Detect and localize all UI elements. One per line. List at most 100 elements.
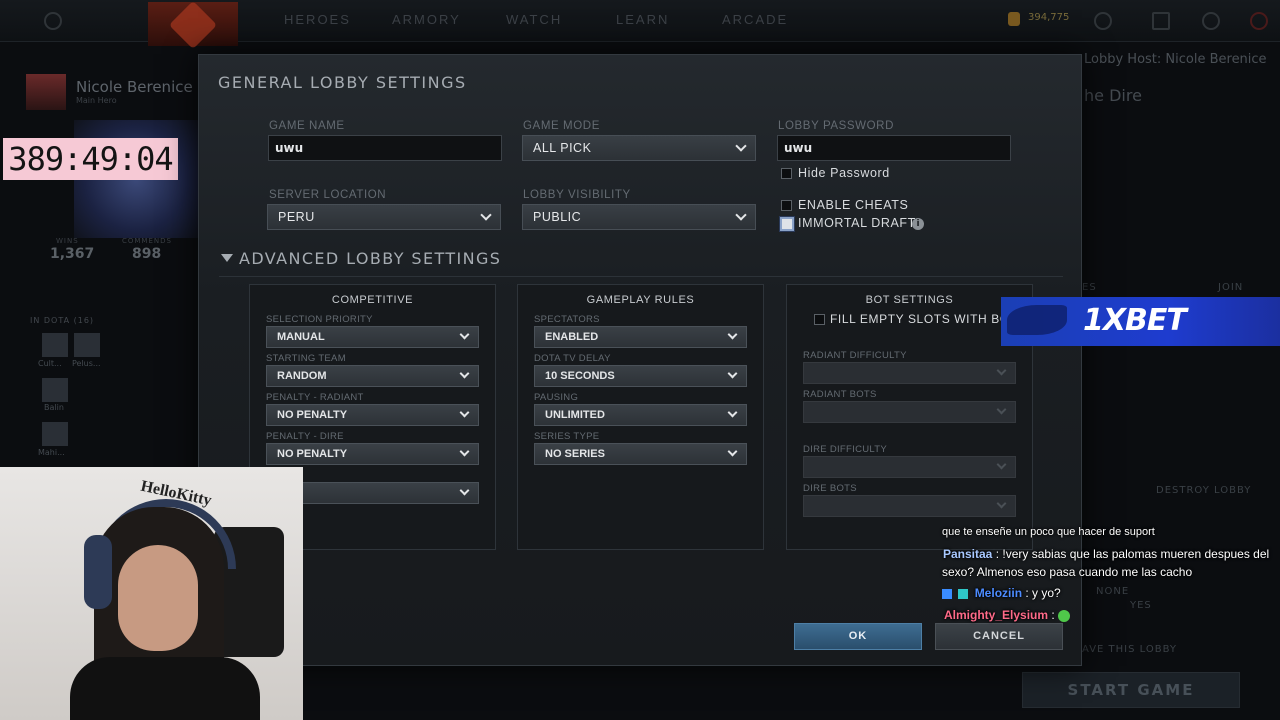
dota-logo[interactable]: [148, 0, 238, 50]
option-none[interactable]: NONE: [1096, 586, 1129, 597]
nav-arcade[interactable]: ARCADE: [722, 12, 788, 27]
badge-icon: [958, 588, 969, 599]
dota-tv-delay-label: DOTA TV DELAY: [534, 353, 611, 364]
penalty-dire-label: PENALTY - DIRE: [266, 431, 344, 442]
enable-cheats-checkbox[interactable]: [781, 200, 792, 211]
penalty-dire-dropdown[interactable]: NO PENALTY: [266, 443, 479, 465]
penalty-radiant-label: PENALTY - RADIANT: [266, 392, 364, 403]
friend-avatar[interactable]: [42, 422, 68, 446]
dropdown-value: RANDOM: [277, 370, 327, 382]
advanced-settings-title[interactable]: ADVANCED LOBBY SETTINGS: [239, 249, 501, 268]
destroy-lobby-button[interactable]: DESTROY LOBBY: [1156, 485, 1251, 496]
profile-subtitle: Main Hero: [76, 96, 117, 105]
add-friend-icon[interactable]: [1094, 12, 1112, 30]
dota-tv-delay-dropdown[interactable]: 10 SECONDS: [534, 365, 747, 387]
lobby-visibility-value: PUBLIC: [533, 210, 582, 224]
dropdown-value: MANUAL: [277, 331, 325, 343]
server-location-value: PERU: [278, 210, 315, 224]
chevron-down-icon: [459, 407, 470, 418]
sponsor-logo-text: 1XBET: [1083, 303, 1187, 338]
dropdown-value: NO PENALTY: [277, 409, 348, 421]
info-icon[interactable]: i: [912, 218, 924, 230]
game-mode-value: ALL PICK: [533, 141, 592, 155]
friend-avatar[interactable]: [42, 333, 68, 357]
collapse-triangle-icon[interactable]: [221, 254, 233, 262]
penalty-radiant-dropdown[interactable]: NO PENALTY: [266, 404, 479, 426]
chevron-down-icon: [727, 368, 738, 379]
spectators-dropdown[interactable]: ENABLED: [534, 326, 747, 348]
chevron-down-icon: [996, 365, 1007, 376]
nav-learn[interactable]: LEARN: [616, 12, 669, 27]
streamer-shirt: [70, 657, 260, 720]
gameplay-rules-panel: GAMEPLAY RULES SPECTATORS ENABLED DOTA T…: [517, 284, 764, 550]
chat-text: : !very sabias que las palomas mueren de…: [995, 547, 1270, 561]
pausing-dropdown[interactable]: UNLIMITED: [534, 404, 747, 426]
chat-text: sexo? Almenos eso pasa cuando me las cac…: [942, 565, 1193, 579]
selection-priority-label: SELECTION PRIORITY: [266, 314, 373, 325]
commends-label: COMMENDS: [122, 237, 172, 245]
immortal-draft-checkbox[interactable]: [780, 217, 794, 231]
dire-difficulty-dropdown[interactable]: [803, 456, 1016, 478]
chat-username[interactable]: Almighty_Elysium: [944, 608, 1048, 622]
cancel-button[interactable]: CANCEL: [935, 623, 1063, 650]
starting-team-dropdown[interactable]: RANDOM: [266, 365, 479, 387]
radiant-bots-dropdown[interactable]: [803, 401, 1016, 423]
friend-avatar[interactable]: [74, 333, 100, 357]
lobby-visibility-dropdown[interactable]: PUBLIC: [522, 204, 756, 230]
start-game-button[interactable]: START GAME: [1022, 672, 1240, 708]
currency-amount: 394,775: [1028, 12, 1070, 23]
nav-armory[interactable]: ARMORY: [392, 12, 461, 27]
friend-name: Cult...: [38, 359, 62, 368]
nav-heroes[interactable]: HEROES: [284, 12, 351, 27]
series-type-dropdown[interactable]: NO SERIES: [534, 443, 747, 465]
chevron-down-icon: [735, 140, 747, 152]
dialog-title: GENERAL LOBBY SETTINGS: [218, 73, 467, 92]
fill-bots-label[interactable]: FILL EMPTY SLOTS WITH BOTS: [830, 312, 1026, 326]
hide-password-checkbox[interactable]: [781, 168, 792, 179]
game-mode-label: GAME MODE: [523, 120, 600, 132]
ok-button[interactable]: OK: [794, 623, 922, 650]
chevron-down-icon: [727, 446, 738, 457]
friend-avatar[interactable]: [42, 378, 68, 402]
profile-avatar[interactable]: [26, 74, 66, 110]
lobby-host-label: Lobby Host: Nicole Berenice: [1084, 52, 1267, 67]
nav-watch[interactable]: WATCH: [506, 12, 562, 27]
hide-password-label[interactable]: Hide Password: [798, 166, 890, 180]
inventory-icon[interactable]: [1152, 12, 1170, 30]
game-mode-dropdown[interactable]: ALL PICK: [522, 135, 756, 161]
immortal-draft-label[interactable]: IMMORTAL DRAFT: [798, 216, 916, 230]
dire-bots-dropdown[interactable]: [803, 495, 1016, 517]
lobby-password-input[interactable]: uwu: [777, 135, 1011, 161]
profile-name[interactable]: Nicole Berenice: [76, 78, 193, 96]
join-label[interactable]: JOIN: [1218, 282, 1243, 293]
webcam-overlay: HelloKitty: [0, 467, 303, 720]
game-name-input[interactable]: uwu: [268, 135, 502, 161]
chat-username[interactable]: Meloziin: [975, 586, 1022, 600]
radiant-difficulty-dropdown[interactable]: [803, 362, 1016, 384]
plus-icon[interactable]: [1202, 12, 1220, 30]
emote-icon: [1058, 609, 1071, 622]
starting-team-label: STARTING TEAM: [266, 353, 346, 364]
bot-settings-panel: BOT SETTINGS FILL EMPTY SLOTS WITH BOTS …: [786, 284, 1033, 550]
chat-username[interactable]: Pansitaa: [943, 547, 992, 561]
radiant-bots-label: RADIANT BOTS: [803, 389, 877, 400]
server-location-dropdown[interactable]: PERU: [267, 204, 501, 230]
wins-label: WINS: [56, 237, 79, 245]
chevron-down-icon: [996, 459, 1007, 470]
chat-text: : y yo?: [1025, 586, 1061, 600]
streamer-face: [118, 545, 198, 651]
chat-text: :: [1051, 608, 1055, 622]
radiant-difficulty-label: RADIANT DIFFICULTY: [803, 350, 907, 361]
power-icon[interactable]: [1250, 12, 1268, 30]
chevron-down-icon: [459, 485, 470, 496]
leave-lobby-button[interactable]: AVE THIS LOBBY: [1082, 644, 1177, 655]
selection-priority-dropdown[interactable]: MANUAL: [266, 326, 479, 348]
settings-icon[interactable]: [44, 12, 62, 30]
fill-bots-checkbox[interactable]: [814, 314, 825, 325]
panel-title: BOT SETTINGS: [865, 294, 954, 306]
option-yes[interactable]: YES: [1130, 600, 1152, 611]
enable-cheats-label[interactable]: ENABLE CHEATS: [798, 198, 908, 212]
column-label: ES: [1082, 282, 1097, 293]
game-name-label: GAME NAME: [269, 120, 345, 132]
chat-message: Meloziin : y yo?: [942, 586, 1061, 600]
